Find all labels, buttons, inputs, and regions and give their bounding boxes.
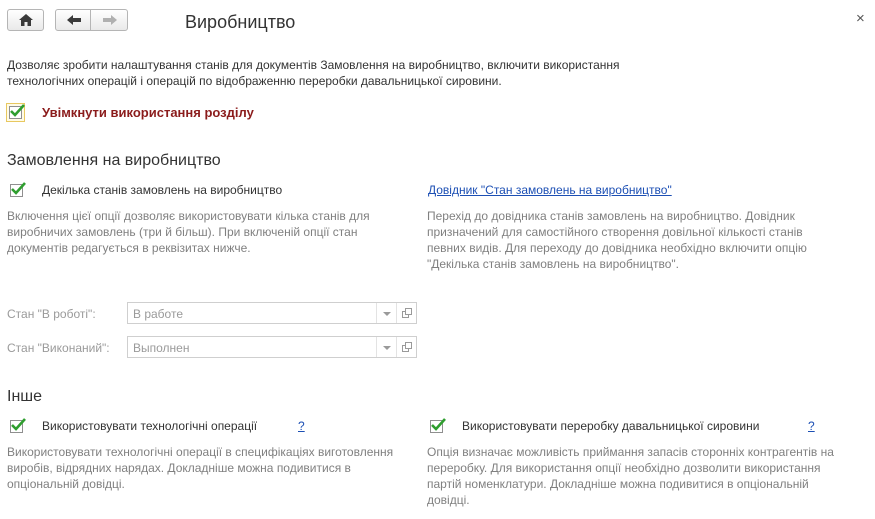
home-icon [19, 14, 33, 26]
dropdown-icon[interactable] [376, 337, 397, 357]
tolling-label[interactable]: Використовувати переробку давальницької … [462, 419, 759, 433]
arrow-right-icon [103, 15, 117, 25]
checkmark-icon [11, 182, 26, 195]
tech-ops-help-link[interactable]: ? [298, 419, 305, 433]
multi-states-checkbox[interactable] [10, 182, 26, 197]
orders-section-heading: Замовлення на виробництво [7, 152, 221, 169]
in-progress-state-field[interactable]: В работе [127, 302, 417, 324]
checkbox-box [9, 104, 25, 119]
tolling-help-link[interactable]: ? [808, 419, 815, 433]
close-icon[interactable]: × [856, 10, 865, 27]
done-state-value: Выполнен [133, 341, 190, 355]
open-icon[interactable] [396, 337, 417, 357]
arrow-left-icon [67, 15, 81, 25]
home-button[interactable] [7, 9, 44, 31]
done-state-label: Стан "Виконаний": [7, 341, 110, 355]
catalog-link-hint: Перехід до довідника станів замовлень на… [427, 209, 807, 271]
checkmark-icon [11, 418, 26, 431]
tech-ops-label[interactable]: Використовувати технологічні операції [42, 419, 257, 433]
enable-section-checkbox[interactable] [6, 103, 25, 122]
open-icon[interactable] [396, 303, 417, 323]
forward-button[interactable] [90, 9, 128, 31]
tolling-checkbox[interactable] [430, 418, 446, 433]
order-states-catalog-link[interactable]: Довідник "Стан замовлень на виробництво" [428, 183, 672, 197]
other-section-heading: Інше [7, 388, 43, 405]
back-button[interactable] [55, 9, 91, 31]
in-progress-state-label: Стан "В роботі": [7, 307, 96, 321]
checkmark-icon [431, 418, 446, 431]
tolling-hint: Опція визначає можливість приймання запа… [427, 445, 834, 507]
tech-ops-hint: Використовувати технологічні операції в … [7, 445, 394, 491]
page-title: Виробництво [185, 12, 296, 32]
multi-states-label[interactable]: Декілька станів замовлень на виробництво [42, 183, 282, 197]
dropdown-icon[interactable] [376, 303, 397, 323]
done-state-field[interactable]: Выполнен [127, 336, 417, 358]
multi-states-hint: Включення цієї опції дозволяє використов… [7, 209, 370, 255]
tech-ops-checkbox[interactable] [10, 418, 26, 433]
section-description: Дозволяє зробити налаштування станів для… [7, 58, 620, 88]
enable-section-label[interactable]: Увімкнути використання розділу [42, 105, 254, 120]
checkmark-icon [10, 104, 25, 117]
in-progress-state-value: В работе [133, 307, 184, 321]
